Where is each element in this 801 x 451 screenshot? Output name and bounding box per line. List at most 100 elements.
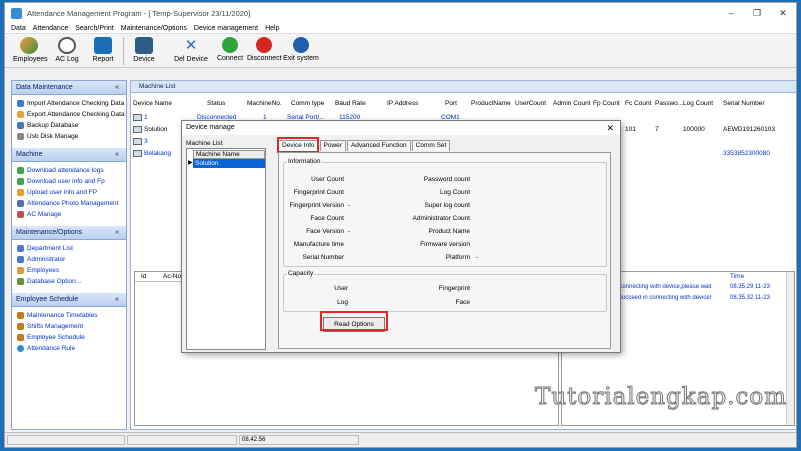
platform-value: - xyxy=(476,254,479,261)
collapse-icon[interactable]: « xyxy=(115,81,119,95)
item-label: Import Attendance Checking Data xyxy=(27,100,125,107)
col-comm-type[interactable]: Comm type xyxy=(291,100,324,107)
dialog-title: Device manage xyxy=(186,124,235,131)
device-label: Device xyxy=(133,56,155,63)
col-baud-rate[interactable]: Baud Rate xyxy=(335,100,366,107)
sidebar-item-download-logs[interactable]: Download attendance logs xyxy=(17,165,126,176)
app-logo-icon xyxy=(11,7,22,19)
col-product-name[interactable]: ProductName xyxy=(471,100,511,107)
machine-row-selected[interactable]: Solution xyxy=(193,159,265,168)
sidebar-item-employees[interactable]: Employees xyxy=(17,265,126,276)
menu-device-management[interactable]: Device management xyxy=(194,23,258,33)
col-admin-count[interactable]: Admin Count xyxy=(553,100,591,107)
item-label: Download user info and Fp xyxy=(27,178,105,185)
ac-manage-icon xyxy=(17,211,24,218)
vertical-scrollbar[interactable] xyxy=(786,272,794,425)
sidebar-item-upload-users[interactable]: Upload user info and FP xyxy=(17,187,126,198)
employees-icon xyxy=(20,37,38,54)
photo-icon xyxy=(17,200,24,207)
col-fp-count[interactable]: Fp Count xyxy=(593,100,620,107)
export-icon xyxy=(17,111,24,118)
machine-grid-header: Device Name Status MachineNo. Comm type … xyxy=(131,100,796,109)
collapse-icon[interactable]: « xyxy=(115,293,119,307)
col-user-count[interactable]: UserCount xyxy=(515,100,546,107)
sidebar-item-attendance-rule[interactable]: Attendance Rule xyxy=(17,343,126,354)
item-label: Usb Disk Manage xyxy=(27,133,79,140)
sidebar-item-export[interactable]: Export Attendance Checking Data xyxy=(17,109,126,120)
disconnect-button[interactable]: Disconnect xyxy=(247,37,282,62)
report-button[interactable]: Report xyxy=(89,37,117,63)
item-label: Backup Database xyxy=(27,122,79,129)
col-ac-no[interactable]: Ac-No xyxy=(163,273,181,280)
menu-attendance[interactable]: Attendance xyxy=(33,23,68,33)
sidebar-item-timetables[interactable]: Maintenance Timetables xyxy=(17,310,126,321)
log-time: 08.35.29 11-23 xyxy=(730,284,770,290)
device-icon xyxy=(133,138,142,145)
machine-name-header[interactable]: Machine Name xyxy=(193,150,265,159)
aclog-label: AC Log xyxy=(55,56,79,63)
col-status[interactable]: Status xyxy=(207,100,225,107)
del-device-button[interactable]: ✕ Del Device xyxy=(171,37,211,63)
menu-maintenance[interactable]: Maintenance/Options xyxy=(121,23,187,33)
menu-data[interactable]: Data xyxy=(11,23,26,33)
tab-machine-list[interactable]: Machine List xyxy=(131,81,796,93)
collapse-icon[interactable]: « xyxy=(115,148,119,162)
col-port[interactable]: Port xyxy=(445,100,457,107)
sidebar-item-department[interactable]: Department List xyxy=(17,243,126,254)
sidebar-item-photo[interactable]: Attendance Photo Management xyxy=(17,198,126,209)
col-id[interactable]: Id xyxy=(141,273,146,280)
tab-power[interactable]: Power xyxy=(319,140,346,151)
exit-button[interactable]: Exit system xyxy=(283,37,319,62)
group-data-maintenance[interactable]: Data Maintenance « xyxy=(12,81,126,95)
menu-search-print[interactable]: Search/Print xyxy=(75,23,114,33)
collapse-icon[interactable]: « xyxy=(115,226,119,240)
col-serial-number[interactable]: Serial Number xyxy=(723,100,765,107)
employees-button[interactable]: Employees xyxy=(13,37,48,63)
menu-bar: Data Attendance Search/Print Maintenance… xyxy=(5,23,796,34)
sidebar-item-database-option[interactable]: Database Option... xyxy=(17,276,126,287)
item-label: Employee Schedule xyxy=(27,334,85,341)
col-log-count[interactable]: Log Count xyxy=(683,100,713,107)
device-button[interactable]: Device xyxy=(129,37,159,63)
sidebar-item-usb[interactable]: Usb Disk Manage xyxy=(17,131,126,142)
tab-advanced-function[interactable]: Advanced Function xyxy=(346,140,411,151)
col-machine-no[interactable]: MachineNo. xyxy=(247,100,282,107)
administrator-icon xyxy=(17,256,24,263)
col-password[interactable]: Passwo... xyxy=(655,100,683,107)
sidebar-item-download-users[interactable]: Download user info and Fp xyxy=(17,176,126,187)
sidebar-item-import[interactable]: Import Attendance Checking Data xyxy=(17,98,126,109)
close-window-button[interactable]: ✕ xyxy=(770,8,796,19)
maximize-button[interactable]: ❐ xyxy=(744,8,770,19)
sidebar-item-shifts[interactable]: Shifts Management xyxy=(17,321,126,332)
col-ip-address[interactable]: IP Address xyxy=(387,100,418,107)
log-time: 08.35.32 11-23 xyxy=(730,295,770,301)
menu-help[interactable]: Help xyxy=(265,23,279,33)
group-schedule[interactable]: Employee Schedule « xyxy=(12,293,126,307)
administrator-count-label: Administrator Count xyxy=(412,215,470,222)
sidebar-item-ac-manage[interactable]: AC Manage xyxy=(17,209,126,220)
log-message: Succeed in connecting with device! xyxy=(618,295,712,301)
sidebar-item-backup[interactable]: Backup Database xyxy=(17,120,126,131)
item-label: Export Attendance Checking Data xyxy=(27,111,125,118)
shifts-icon xyxy=(17,323,24,330)
aclog-button[interactable]: AC Log xyxy=(53,37,81,63)
connect-button[interactable]: Connect xyxy=(215,37,245,62)
capacity-face-label: Face xyxy=(455,299,470,306)
minimize-button[interactable]: – xyxy=(718,8,744,19)
serial-cell: 3353852300080 xyxy=(723,150,770,157)
status-bar: 08.42.56 xyxy=(5,432,796,447)
sidebar-item-administrator[interactable]: Administrator xyxy=(17,254,126,265)
item-label: Employees xyxy=(27,267,60,274)
col-fc-count[interactable]: Fc Count xyxy=(625,100,651,107)
download-icon xyxy=(17,167,24,174)
close-icon[interactable]: ✕ xyxy=(606,121,614,135)
capacity-title: Capacity xyxy=(287,270,315,277)
sidebar-item-employee-schedule[interactable]: Employee Schedule xyxy=(17,332,126,343)
tab-comm-set[interactable]: Comm Set xyxy=(411,140,451,151)
col-device-name[interactable]: Device Name xyxy=(133,100,172,107)
item-label: AC Manage xyxy=(27,211,62,218)
log-time-header[interactable]: Time xyxy=(730,273,744,280)
group-maintenance[interactable]: Maintenance/Options « xyxy=(12,226,126,240)
device-name-cell: Belakang xyxy=(133,150,171,157)
group-machine[interactable]: Machine « xyxy=(12,148,126,162)
